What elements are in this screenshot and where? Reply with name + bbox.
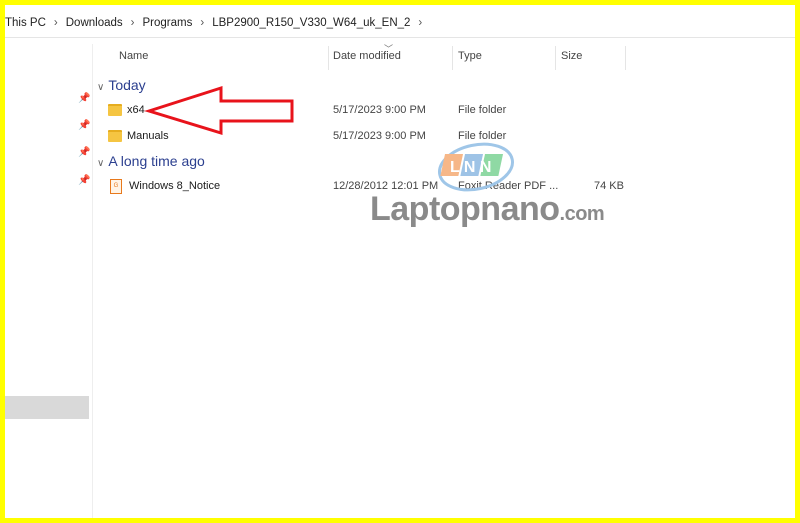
lnn-logo: L N N	[438, 142, 514, 192]
red-arrow-annotation	[143, 85, 294, 136]
watermark: Laptopnano.com	[370, 190, 605, 228]
svg-text:L N N: L N N	[450, 159, 491, 176]
